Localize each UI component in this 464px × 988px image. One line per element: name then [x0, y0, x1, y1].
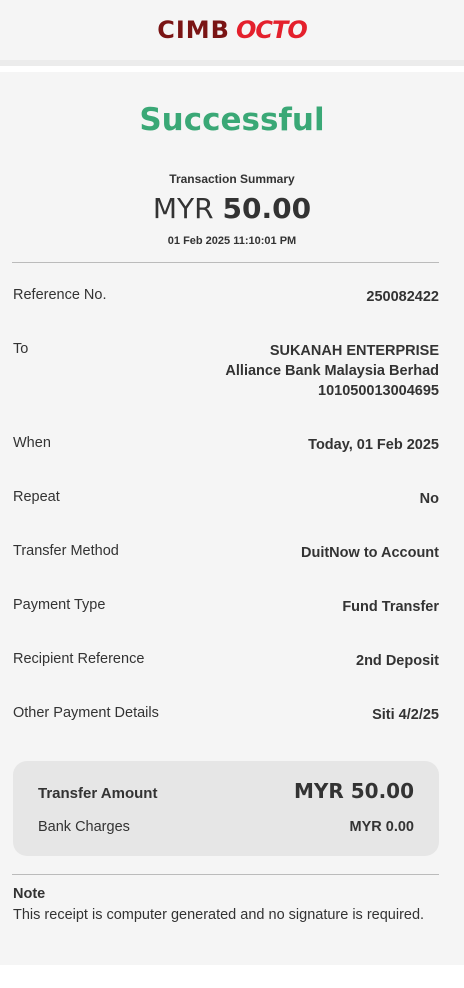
- row-repeat: Repeat No: [13, 489, 439, 509]
- transfer-method-label: Transfer Method: [13, 543, 119, 559]
- summary-currency: MYR: [152, 192, 214, 225]
- recipient-account: 101050013004695: [318, 383, 439, 399]
- summary-amount: MYR 50.00: [0, 192, 464, 225]
- bank-charges-row: Bank Charges MYR 0.00: [38, 819, 414, 835]
- note-text: This receipt is computer generated and n…: [13, 907, 425, 923]
- other-details-label: Other Payment Details: [13, 705, 159, 721]
- when-value: Today, 01 Feb 2025: [308, 437, 439, 453]
- app-header: CIMB OCTO: [0, 0, 464, 66]
- recipient-name: SUKANAH ENTERPRISE: [269, 343, 439, 359]
- bank-charges-label: Bank Charges: [38, 819, 130, 835]
- logo-octo-text: OCTO: [235, 16, 308, 44]
- to-value: SUKANAH ENTERPRISE Alliance Bank Malaysi…: [225, 341, 439, 401]
- transfer-method-value: DuitNow to Account: [301, 545, 439, 561]
- repeat-value: No: [419, 491, 439, 507]
- other-details-value: Siti 4/2/25: [372, 707, 439, 723]
- recipient-reference-value: 2nd Deposit: [356, 653, 439, 669]
- transfer-amount-label: Transfer Amount: [38, 785, 158, 802]
- amount-summary-box: Transfer Amount MYR 50.00 Bank Charges M…: [13, 761, 439, 856]
- row-reference: Reference No. 250082422: [13, 287, 439, 307]
- note-divider: [12, 874, 439, 875]
- to-label: To: [13, 341, 29, 357]
- summary-divider: [12, 262, 439, 263]
- reference-value: 250082422: [366, 289, 439, 305]
- receipt-content: Successful Transaction Summary MYR 50.00…: [0, 72, 464, 965]
- summary-label: Transaction Summary: [169, 172, 295, 186]
- payment-type-value: Fund Transfer: [342, 599, 439, 615]
- when-label: When: [13, 435, 51, 451]
- cimb-octo-logo: CIMB OCTO: [157, 16, 308, 44]
- bank-charges-value: MYR 0.00: [349, 819, 414, 835]
- recipient-bank: Alliance Bank Malaysia Berhad: [225, 363, 439, 379]
- transfer-amount-value: MYR 50.00: [293, 779, 414, 803]
- row-to: To SUKANAH ENTERPRISE Alliance Bank Mala…: [13, 341, 439, 401]
- row-recipient-reference: Recipient Reference 2nd Deposit: [13, 651, 439, 671]
- row-payment-type: Payment Type Fund Transfer: [13, 597, 439, 617]
- status-heading: Successful: [139, 102, 325, 138]
- recipient-reference-label: Recipient Reference: [13, 651, 145, 667]
- row-transfer-method: Transfer Method DuitNow to Account: [13, 543, 439, 563]
- repeat-label: Repeat: [13, 489, 60, 505]
- reference-label: Reference No.: [13, 287, 107, 303]
- note-title: Note: [13, 886, 46, 902]
- row-when: When Today, 01 Feb 2025: [13, 435, 439, 455]
- transfer-amount-row: Transfer Amount MYR 50.00: [38, 779, 414, 803]
- logo-cimb-text: CIMB: [157, 16, 230, 44]
- transaction-datetime: 01 Feb 2025 11:10:01 PM: [167, 235, 297, 247]
- row-other-details: Other Payment Details Siti 4/2/25: [13, 705, 439, 725]
- payment-type-label: Payment Type: [13, 597, 106, 613]
- summary-amount-value: 50.00: [222, 192, 312, 225]
